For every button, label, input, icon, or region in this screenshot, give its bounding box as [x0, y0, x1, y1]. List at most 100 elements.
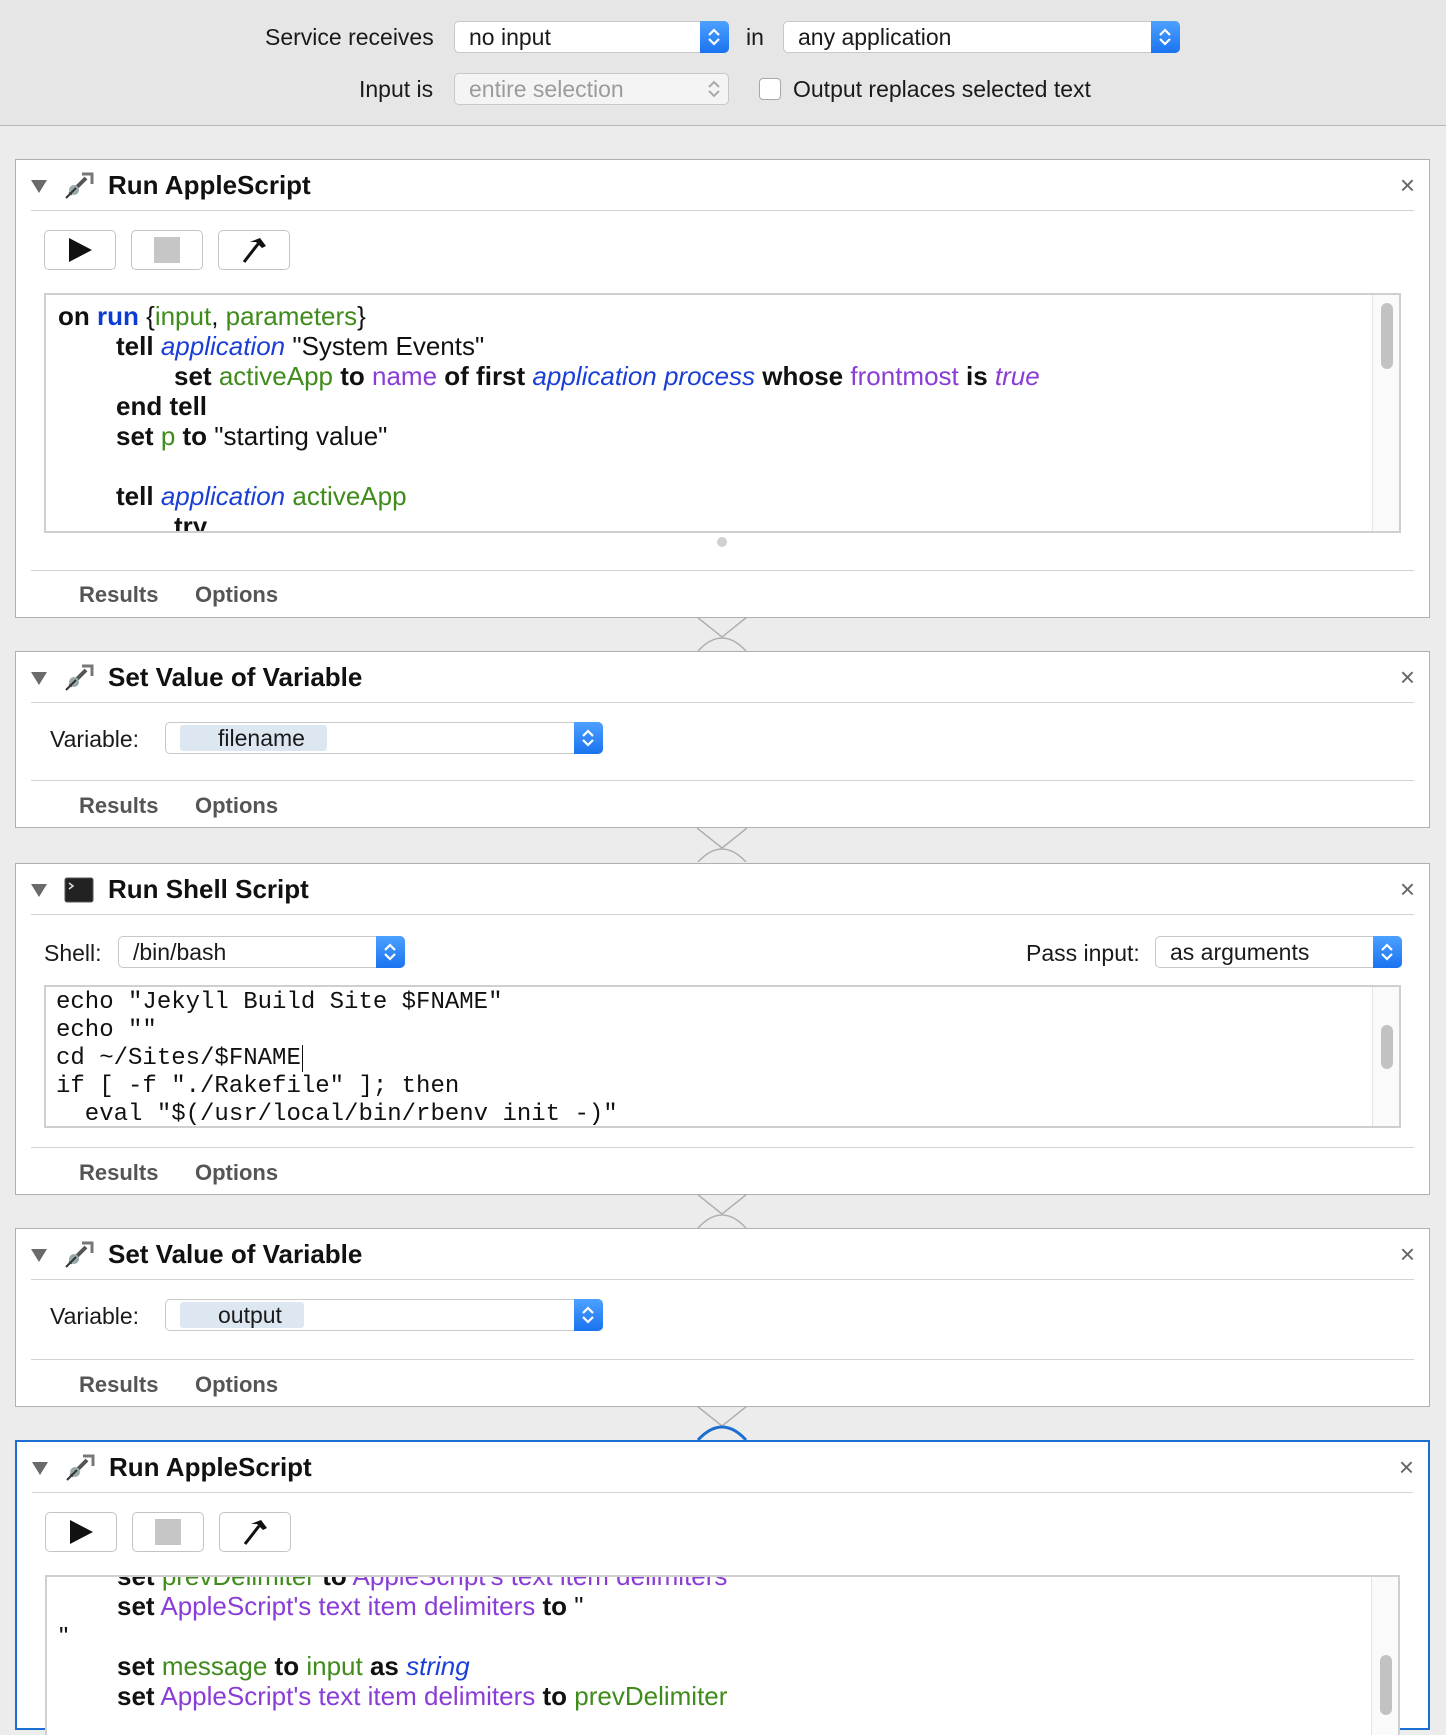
editor-scrollbar[interactable]	[1371, 1577, 1398, 1735]
applescript-editor[interactable]: set prevDelimiter to AppleScript's text …	[45, 1575, 1400, 1735]
popup-stepper-icon	[1373, 936, 1402, 968]
divider	[31, 1147, 1414, 1148]
shell-popup[interactable]: /bin/bash	[118, 936, 405, 968]
close-icon[interactable]: ×	[1399, 1452, 1414, 1483]
close-icon[interactable]: ×	[1400, 1239, 1415, 1270]
code-line: on run {input, parameters}	[58, 301, 366, 331]
popup-stepper-icon	[376, 936, 405, 968]
variable-token: output	[180, 1302, 304, 1328]
code-line: echo ""	[56, 1017, 157, 1044]
disclosure-triangle-icon[interactable]	[30, 178, 48, 194]
action-connector-selected	[697, 1406, 747, 1440]
code-line: tell application activeApp	[116, 481, 407, 511]
action-set-variable-output[interactable]: Set Value of Variable × Variable: output…	[15, 1228, 1430, 1407]
in-label: in	[746, 24, 764, 50]
run-button[interactable]	[45, 1512, 117, 1552]
code-line: set AppleScript's text item delimiters t…	[117, 1681, 728, 1711]
variable-popup[interactable]: filename	[165, 722, 603, 754]
resize-handle-icon[interactable]	[716, 536, 728, 548]
variable-label: Variable:	[50, 726, 140, 752]
close-icon[interactable]: ×	[1400, 662, 1415, 693]
applescript-code[interactable]: set prevDelimiter to AppleScript's text …	[59, 1575, 728, 1711]
stop-button[interactable]	[132, 1512, 204, 1552]
text-cursor	[301, 1045, 303, 1072]
results-tab[interactable]: Results	[79, 1160, 158, 1186]
scrollbar-thumb[interactable]	[1380, 1655, 1392, 1715]
input-is-popup[interactable]: entire selection	[454, 73, 729, 105]
code-line: eval "$(/usr/local/bin/rbenv init -)"	[56, 1101, 618, 1128]
code-line: set prevDelimiter to AppleScript's text …	[117, 1575, 728, 1591]
shell-editor[interactable]: echo "Jekyll Build Site $FNAME" echo "" cd…	[44, 985, 1401, 1128]
disclosure-triangle-icon[interactable]	[30, 882, 48, 898]
close-icon[interactable]: ×	[1400, 170, 1415, 201]
variable-popup[interactable]: output	[165, 1299, 603, 1331]
action-title: Run AppleScript	[108, 170, 311, 200]
code-line: try	[174, 511, 208, 533]
editor-scrollbar[interactable]	[1372, 987, 1399, 1126]
pass-input-popup[interactable]: as arguments	[1155, 936, 1402, 968]
divider	[31, 1359, 1414, 1360]
disclosure-triangle-icon[interactable]	[30, 670, 48, 686]
popup-stepper-icon	[700, 21, 729, 53]
disclosure-triangle-icon[interactable]	[31, 1460, 49, 1476]
application-popup[interactable]: any application	[783, 21, 1180, 53]
applescript-icon	[66, 1454, 95, 1481]
terminal-icon	[64, 877, 94, 903]
applescript-icon	[65, 172, 94, 199]
code-line: end tell	[116, 391, 208, 421]
action-connector	[697, 617, 747, 651]
run-button[interactable]	[44, 230, 116, 270]
options-tab[interactable]: Options	[195, 793, 278, 819]
input-is-value: entire selection	[469, 76, 624, 102]
stop-button[interactable]	[131, 230, 203, 270]
applescript-editor[interactable]: on run {input, parameters} tell applicati…	[44, 293, 1401, 533]
divider	[31, 914, 1414, 915]
results-tab[interactable]: Results	[79, 1372, 158, 1398]
options-tab[interactable]: Options	[195, 582, 278, 608]
action-title: Run AppleScript	[109, 1452, 312, 1482]
results-tab[interactable]: Results	[79, 582, 158, 608]
code-line: "	[59, 1621, 69, 1651]
action-connector	[697, 828, 747, 862]
output-replaces-checkbox[interactable]	[759, 78, 781, 100]
disclosure-triangle-icon[interactable]	[30, 1247, 48, 1263]
scrollbar-thumb[interactable]	[1381, 1025, 1393, 1069]
code-line: set p to "starting value"	[116, 421, 388, 451]
service-receives-label: Service receives	[265, 24, 434, 50]
action-set-variable-filename[interactable]: Set Value of Variable × Variable: filena…	[15, 651, 1430, 828]
options-tab[interactable]: Options	[195, 1160, 278, 1186]
automator-icon	[65, 1241, 94, 1268]
service-header: Service receives no input in any applica…	[0, 0, 1446, 126]
action-title: Run Shell Script	[108, 874, 309, 904]
code-line: set activeApp to name of first applicati…	[174, 361, 1040, 391]
code-line-text: cd ~/Sites/$FNAME	[56, 1045, 301, 1072]
code-line: if [ -f "./Rakefile" ]; then	[56, 1073, 460, 1100]
divider	[31, 1279, 1414, 1280]
service-receives-popup[interactable]: no input	[454, 21, 729, 53]
code-line: cd ~/Sites/$FNAME	[56, 1045, 618, 1073]
compile-button[interactable]	[219, 1512, 291, 1552]
variable-label: Variable:	[50, 1303, 140, 1329]
close-icon[interactable]: ×	[1400, 874, 1415, 905]
editor-scrollbar[interactable]	[1372, 295, 1399, 531]
applescript-code[interactable]: on run {input, parameters} tell applicati…	[58, 301, 1040, 533]
action-title: Set Value of Variable	[108, 1239, 363, 1269]
popup-stepper-icon	[700, 73, 729, 105]
pass-input-value: as arguments	[1170, 939, 1310, 965]
action-run-applescript[interactable]: Run AppleScript × on run {input, paramet…	[15, 159, 1430, 618]
popup-stepper-icon	[574, 722, 603, 754]
scrollbar-thumb[interactable]	[1381, 303, 1393, 369]
results-tab[interactable]: Results	[79, 793, 158, 819]
divider	[31, 702, 1414, 703]
popup-stepper-icon	[574, 1299, 603, 1331]
output-replaces-label: Output replaces selected text	[793, 76, 1091, 102]
options-tab[interactable]: Options	[195, 1372, 278, 1398]
popup-stepper-icon	[1151, 21, 1180, 53]
shell-code[interactable]: echo "Jekyll Build Site $FNAME" echo "" cd…	[56, 989, 618, 1128]
shell-value: /bin/bash	[133, 939, 227, 965]
action-run-shell-script[interactable]: Run Shell Script × Shell: /bin/bash Pass…	[15, 863, 1430, 1195]
action-run-applescript-selected[interactable]: Run AppleScript × set prevDelimiter to A…	[15, 1440, 1430, 1735]
application-value: any application	[798, 24, 952, 50]
compile-button[interactable]	[218, 230, 290, 270]
